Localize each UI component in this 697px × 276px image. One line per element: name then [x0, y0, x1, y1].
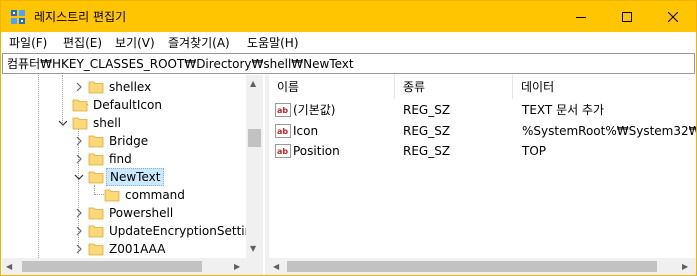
- title-bar[interactable]: 레지스트리 편집기: [1, 1, 696, 32]
- tree-item-command[interactable]: command: [2, 186, 247, 204]
- scroll-down-arrow-icon[interactable]: ▼: [250, 244, 256, 254]
- scroll-left-arrow-icon[interactable]: ◀: [6, 262, 12, 272]
- value-type: REG_SZ: [403, 124, 451, 138]
- svg-text:ab: ab: [277, 127, 288, 136]
- menu-view[interactable]: 보기(V): [115, 35, 155, 51]
- tree-item-shellex[interactable]: shellex: [2, 78, 247, 96]
- registry-editor-window: 레지스트리 편집기 파일(F) 편집(E) 보기(V) 즐겨찾기(A) 도움말(…: [0, 0, 697, 276]
- menu-bar: 파일(F) 편집(E) 보기(V) 즐겨찾기(A) 도움말(H): [1, 32, 696, 52]
- folder-icon: [72, 117, 88, 130]
- tree-item-label: Powershell: [109, 206, 174, 220]
- tree-item-find[interactable]: find: [2, 150, 247, 168]
- maximize-icon: [622, 11, 632, 22]
- minimize-icon: [576, 16, 586, 18]
- tree-horizontal-scroll-thumb[interactable]: [22, 261, 202, 272]
- chevron-right-icon[interactable]: [74, 226, 84, 236]
- menu-edit[interactable]: 편집(E): [63, 35, 102, 51]
- tree-item-powershell[interactable]: Powershell: [2, 204, 247, 222]
- tree-vertical-scrollbar[interactable]: ▲ ▼: [246, 75, 263, 258]
- value-type: REG_SZ: [403, 103, 451, 117]
- chevron-right-icon[interactable]: [74, 136, 84, 146]
- chevron-right-icon[interactable]: [74, 208, 84, 218]
- tree-item-bridge[interactable]: Bridge: [2, 132, 247, 150]
- value-data: %SystemRoot%₩System32₩: [522, 124, 696, 138]
- folder-icon: [88, 81, 104, 94]
- values-list-pane: 이름 종류 데이터 ab (기본값) REG_SZ TEXT 문서 추가 ab …: [269, 75, 696, 275]
- column-header-name[interactable]: 이름: [269, 75, 395, 99]
- value-name: Icon: [293, 124, 319, 138]
- tree-item-label: DefaultIcon: [93, 98, 162, 112]
- tree-vertical-scroll-thumb[interactable]: [248, 129, 261, 147]
- tree-item-label: command: [125, 188, 185, 202]
- tree-item-label: find: [109, 152, 132, 166]
- scrollbar-corner: [246, 258, 263, 275]
- registry-app-icon: [11, 10, 25, 24]
- tree-item-label: Bridge: [109, 134, 149, 148]
- folder-icon: [88, 207, 104, 220]
- tree-item-label: NewText: [106, 168, 165, 186]
- menu-file[interactable]: 파일(F): [9, 35, 47, 51]
- tree-item-label: Z001AAA: [109, 242, 166, 256]
- folder-icon: [88, 153, 104, 166]
- string-value-icon: ab: [275, 103, 291, 117]
- list-horizontal-scroll-thumb[interactable]: [287, 261, 657, 272]
- folder-icon: [88, 225, 104, 238]
- tree-item-updateencryptionsetting[interactable]: UpdateEncryptionSetting: [2, 222, 260, 240]
- tree-item-label: shellex: [109, 80, 152, 94]
- key-tree-pane: shellex DefaultIcon shell Bridge find Ne…: [2, 75, 264, 275]
- scroll-right-arrow-icon[interactable]: ▶: [682, 262, 688, 272]
- svg-text:ab: ab: [277, 106, 288, 115]
- close-icon: [668, 11, 678, 22]
- tree-item-defaulticon[interactable]: DefaultIcon: [2, 96, 247, 114]
- value-name: (기본값): [293, 103, 336, 117]
- tree-item-z001aaa[interactable]: Z001AAA: [2, 240, 247, 258]
- value-type: REG_SZ: [403, 144, 451, 158]
- folder-icon: [88, 135, 104, 148]
- tree-item-label: UpdateEncryptionSetting: [109, 224, 260, 238]
- folder-icon: [88, 171, 104, 184]
- value-data: TEXT 문서 추가: [522, 103, 605, 117]
- tree-item-newtext[interactable]: NewText: [2, 168, 247, 186]
- value-row[interactable]: ab (기본값) REG_SZ TEXT 문서 추가: [269, 100, 696, 120]
- column-header-data[interactable]: 데이터: [513, 75, 696, 99]
- column-header-type[interactable]: 종류: [395, 75, 513, 99]
- value-row[interactable]: ab Position REG_SZ TOP: [269, 141, 696, 161]
- scroll-left-arrow-icon[interactable]: ◀: [273, 262, 279, 272]
- list-header: 이름 종류 데이터: [269, 75, 696, 99]
- list-horizontal-scrollbar[interactable]: ◀ ▶: [269, 258, 696, 275]
- menu-favorites[interactable]: 즐겨찾기(A): [168, 35, 230, 51]
- string-value-icon: ab: [275, 144, 291, 158]
- address-bar[interactable]: 컴퓨터₩HKEY_CLASSES_ROOT₩Directory₩shell₩Ne…: [2, 53, 695, 74]
- svg-text:ab: ab: [277, 147, 288, 156]
- close-button[interactable]: [650, 1, 696, 32]
- chevron-right-icon[interactable]: [74, 244, 84, 254]
- chevron-right-icon[interactable]: [74, 82, 84, 92]
- maximize-button[interactable]: [604, 1, 650, 32]
- tree-horizontal-scrollbar[interactable]: ◀ ▶: [2, 258, 246, 275]
- tree-item-label: shell: [93, 116, 121, 130]
- scroll-right-arrow-icon[interactable]: ▶: [234, 262, 240, 272]
- folder-icon: [88, 243, 104, 256]
- window-title: 레지스트리 편집기: [34, 10, 127, 24]
- folder-icon: [104, 189, 120, 202]
- value-name: Position: [293, 144, 340, 158]
- string-value-icon: ab: [275, 124, 291, 138]
- chevron-right-icon[interactable]: [74, 154, 84, 164]
- tree-item-shell[interactable]: shell: [2, 114, 247, 132]
- address-path[interactable]: 컴퓨터₩HKEY_CLASSES_ROOT₩Directory₩shell₩Ne…: [7, 56, 354, 72]
- scroll-up-arrow-icon[interactable]: ▲: [250, 79, 256, 89]
- minimize-button[interactable]: [558, 1, 604, 32]
- chevron-down-icon[interactable]: [74, 172, 84, 182]
- folder-icon: [72, 99, 88, 112]
- value-row[interactable]: ab Icon REG_SZ %SystemRoot%₩System32₩: [269, 121, 696, 141]
- chevron-down-icon[interactable]: [58, 118, 68, 128]
- menu-help[interactable]: 도움말(H): [247, 35, 299, 51]
- value-data: TOP: [522, 144, 547, 158]
